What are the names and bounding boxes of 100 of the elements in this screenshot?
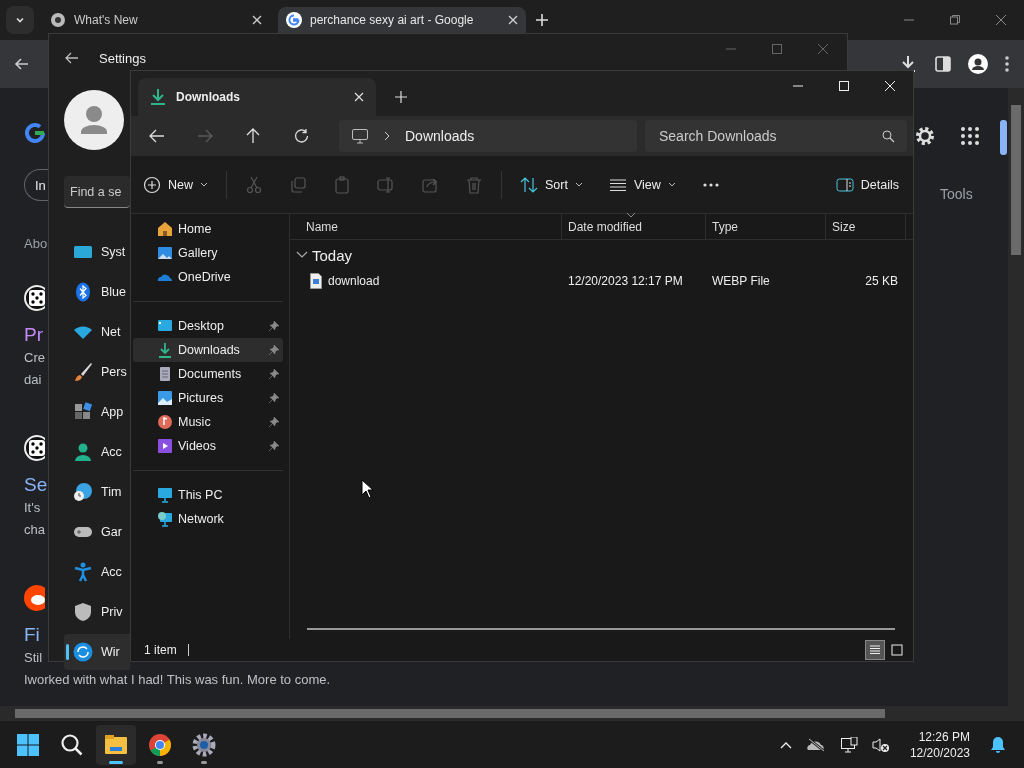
sidebar-item[interactable]: Music	[133, 410, 283, 434]
sort-button[interactable]: Sort	[520, 169, 583, 200]
profile-icon[interactable]	[968, 54, 988, 74]
tools-link[interactable]: Tools	[940, 186, 973, 202]
browser-logo-icon	[148, 732, 172, 757]
settings-nav-item[interactable]: Blue	[64, 274, 130, 310]
google-logo-icon	[24, 121, 46, 145]
downloads-icon	[157, 342, 173, 358]
copy-icon	[289, 175, 307, 194]
view-button[interactable]: View	[608, 169, 676, 200]
documents-icon	[157, 366, 173, 382]
column-header[interactable]: Name	[290, 214, 562, 239]
settings-nav-item[interactable]: Acc	[64, 434, 130, 470]
settings-nav-item[interactable]: Priv	[64, 594, 130, 630]
close-tab-icon[interactable]	[508, 15, 518, 25]
videos-icon	[157, 438, 173, 454]
pin-icon[interactable]	[269, 369, 279, 379]
back-arrow-icon[interactable]	[14, 56, 30, 72]
explorer-tab[interactable]: Downloads	[138, 78, 376, 116]
settings-nav-item[interactable]: Syst	[64, 234, 130, 270]
back-arrow-icon[interactable]	[65, 51, 79, 65]
apps-grid-icon[interactable]	[960, 126, 980, 146]
notification-bell-icon[interactable]	[990, 735, 1006, 754]
chevron-icon	[383, 131, 391, 141]
sidebar-item[interactable]: Desktop	[133, 314, 283, 338]
result-title-link[interactable]: Se	[24, 473, 48, 497]
pictures-icon	[157, 390, 173, 406]
sidebar-item[interactable]: Downloads	[133, 338, 283, 362]
horizontal-scrollbar[interactable]	[307, 628, 895, 630]
clock[interactable]: 12:26 PM 12/20/2023	[909, 728, 970, 761]
column-header[interactable]: Date modified	[562, 214, 706, 239]
search-field[interactable]: Search Downloads	[645, 120, 907, 152]
column-header[interactable]: Type	[706, 214, 826, 239]
details-pane-button[interactable]: Details	[835, 169, 899, 200]
desktop-icon	[157, 318, 173, 334]
settings-nav-item[interactable]: Wir	[64, 634, 130, 670]
settings-nav-item[interactable]: Acc	[64, 554, 130, 590]
sidebar-item[interactable]: Pictures	[133, 386, 283, 410]
group-header[interactable]: Today	[290, 240, 913, 270]
sidebar-item[interactable]: Gallery	[133, 241, 283, 265]
pin-icon[interactable]	[269, 441, 279, 451]
paste-icon	[333, 175, 351, 194]
bluetooth-icon	[73, 282, 93, 302]
column-header[interactable]: Size	[826, 214, 906, 239]
settings-nav-item[interactable]: Gar	[64, 514, 130, 550]
sidebar-item[interactable]: Home	[133, 217, 283, 241]
horizontal-scrollbar[interactable]	[0, 706, 1024, 721]
sidebar-item[interactable]: Videos	[133, 434, 283, 458]
list-view-icon	[868, 643, 882, 657]
gallery-icon	[157, 245, 173, 261]
search-field[interactable]: Find a se	[64, 176, 130, 208]
pin-icon[interactable]	[269, 393, 279, 403]
new-tab-icon[interactable]	[395, 91, 407, 103]
close-tab-icon[interactable]	[354, 92, 364, 102]
cloud-off-icon[interactable]	[805, 737, 826, 752]
table-cell: download	[290, 273, 562, 289]
table-cell-text: 12/20/2023 12:17 PM	[567, 274, 684, 288]
address-bar[interactable]: Downloads	[339, 120, 637, 152]
settings-nav-item[interactable]: App	[64, 394, 130, 430]
vertical-scrollbar[interactable]	[1008, 88, 1024, 706]
sidebar-item[interactable]: Network	[133, 507, 283, 531]
up-arrow-icon[interactable]	[245, 128, 261, 144]
browser-tab[interactable]: perchance sexy ai art - Google	[278, 7, 526, 33]
result-title-link[interactable]: Pr	[24, 323, 43, 347]
accounts-icon	[73, 442, 93, 462]
pin-icon[interactable]	[269, 345, 279, 355]
settings-nav-item[interactable]: Net	[64, 314, 130, 350]
sidebar-item[interactable]: This PC	[133, 483, 283, 507]
close-tab-icon[interactable]	[252, 15, 262, 25]
pin-icon[interactable]	[269, 417, 279, 427]
chevron-down-icon	[15, 15, 25, 25]
result-title-link[interactable]: Fi	[24, 623, 40, 647]
speaker-muted-icon[interactable]	[871, 736, 890, 753]
back-arrow-icon[interactable]	[149, 128, 165, 144]
explorer-taskbar-button[interactable]	[96, 724, 136, 765]
pin-icon[interactable]	[269, 321, 279, 331]
refresh-icon[interactable]	[293, 128, 309, 144]
new-tab-icon[interactable]	[536, 14, 548, 26]
restore-icon[interactable]	[949, 14, 961, 26]
new-button[interactable]: New	[143, 169, 208, 200]
menu-icon[interactable]	[1004, 55, 1010, 73]
network-icon[interactable]	[839, 736, 858, 753]
sort-caret-icon	[626, 212, 636, 218]
chevron-up-icon[interactable]	[779, 740, 792, 749]
time-icon	[73, 482, 93, 502]
details-view-button[interactable]	[865, 640, 885, 660]
personalization-icon	[73, 362, 93, 382]
settings-nav-item[interactable]: Pers	[64, 354, 130, 390]
download-icon	[150, 88, 166, 106]
settings-nav-item[interactable]: Tim	[64, 474, 130, 510]
file-row[interactable]: download 12/20/2023 12:17 PM WEBP File 25 KB	[290, 270, 913, 292]
sidebar-item[interactable]: OneDrive	[133, 265, 283, 289]
gear-icon	[192, 732, 216, 757]
scroll-marker	[1000, 120, 1007, 155]
settings-icon[interactable]	[914, 125, 936, 147]
search-icon	[60, 732, 84, 757]
breadcrumb-item[interactable]: Downloads	[405, 128, 475, 144]
sidebar-item[interactable]: Documents	[133, 362, 283, 386]
side-panel-icon[interactable]	[934, 55, 952, 73]
browser-tab[interactable]: What's New	[42, 7, 270, 33]
